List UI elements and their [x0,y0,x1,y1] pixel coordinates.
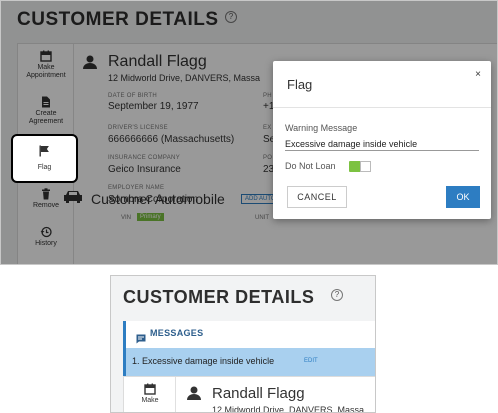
flag-icon [39,145,49,157]
toggle-knob [360,161,371,172]
do-not-loan-toggle[interactable] [349,161,371,172]
message-icon [136,334,146,344]
flag-modal: Flag × Warning Message Do Not Loan CANCE… [273,61,491,219]
messages-title: MESSAGES [150,328,204,338]
messages-header: MESSAGES [136,328,336,344]
customer-address: 12 Midworld Drive, DANVERS, Massa [212,405,365,413]
customer-card: Make Randall Flagg 12 Midworld Drive, DA… [123,376,375,413]
sidebar-item-label: Flag [37,164,52,171]
person-icon [187,386,201,400]
ok-button[interactable]: OK [446,186,480,208]
help-icon[interactable]: ? [331,289,343,301]
action-sidebar: Make [124,377,176,412]
messages-screenshot: CUSTOMER DETAILS ? MESSAGES 1. Excessive… [110,275,376,413]
sidebar-item-label: Make [141,397,159,404]
page-title: CUSTOMER DETAILS [123,287,315,307]
warning-message-label: Warning Message [285,123,358,133]
edit-message-link[interactable]: EDIT [304,358,318,364]
message-text: 1. Excessive damage inside vehicle [132,356,275,366]
customer-name: Randall Flagg [212,385,305,402]
calendar-icon [144,383,156,395]
sidebar-item-flag[interactable]: Flag [11,134,78,183]
modal-divider [273,107,491,108]
warning-message-input[interactable] [285,137,479,151]
messages-panel: MESSAGES 1. Excessive damage inside vehi… [123,321,375,376]
do-not-loan-label: Do Not Loan [285,161,336,171]
flag-dialog-screenshot: CUSTOMER DETAILS ? Make Appointment Crea… [0,0,498,265]
sidebar-item-make-appointment[interactable]: Make [124,383,176,404]
message-row: 1. Excessive damage inside vehicle EDIT [126,348,375,376]
cancel-button[interactable]: CANCEL [287,186,347,208]
modal-title: Flag [287,77,313,92]
close-icon[interactable]: × [475,69,481,80]
